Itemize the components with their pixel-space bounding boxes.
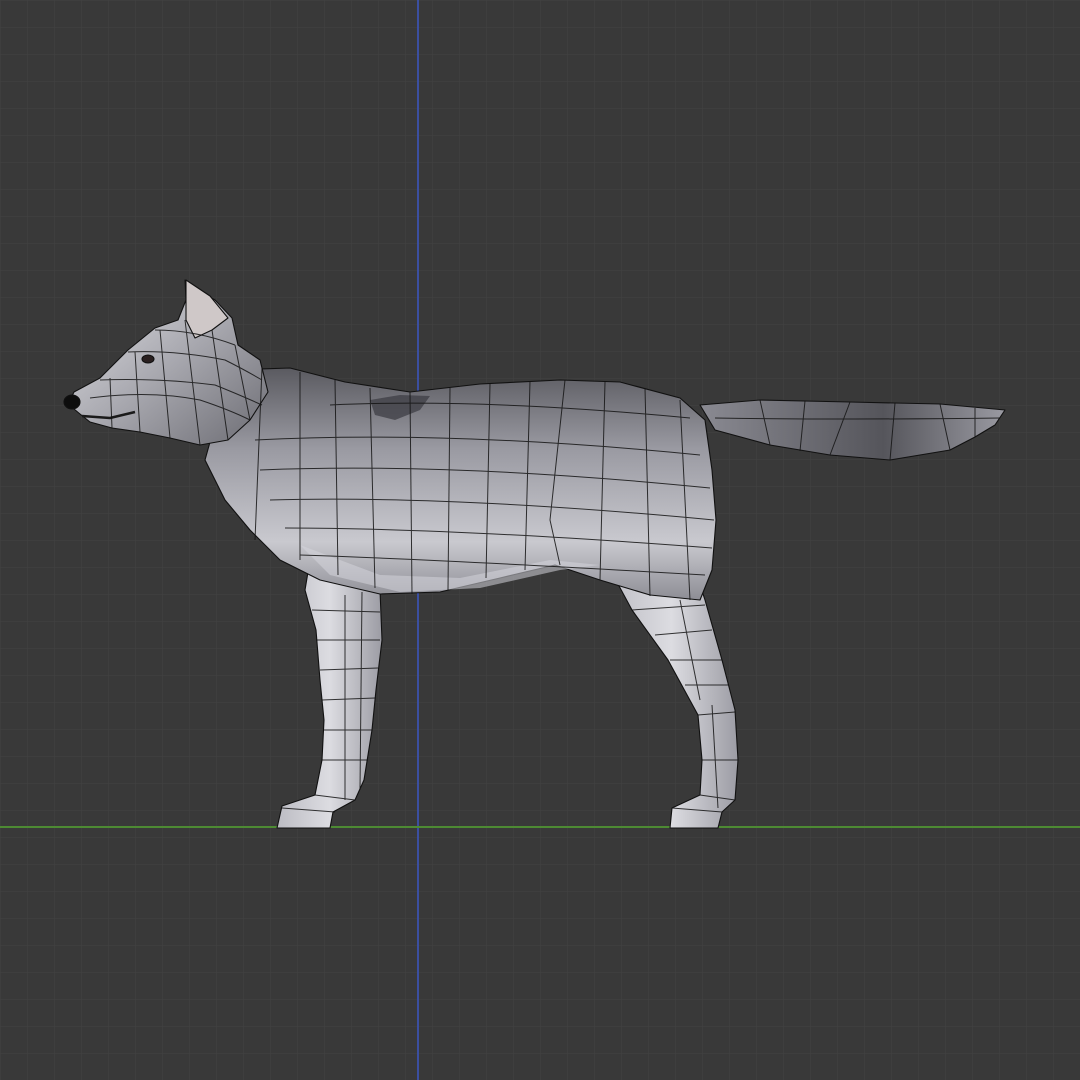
wolf-eye	[141, 354, 155, 364]
3d-viewport[interactable]	[0, 0, 1080, 1080]
wolf-nose	[63, 394, 81, 410]
viewport-canvas[interactable]	[0, 0, 1080, 1080]
